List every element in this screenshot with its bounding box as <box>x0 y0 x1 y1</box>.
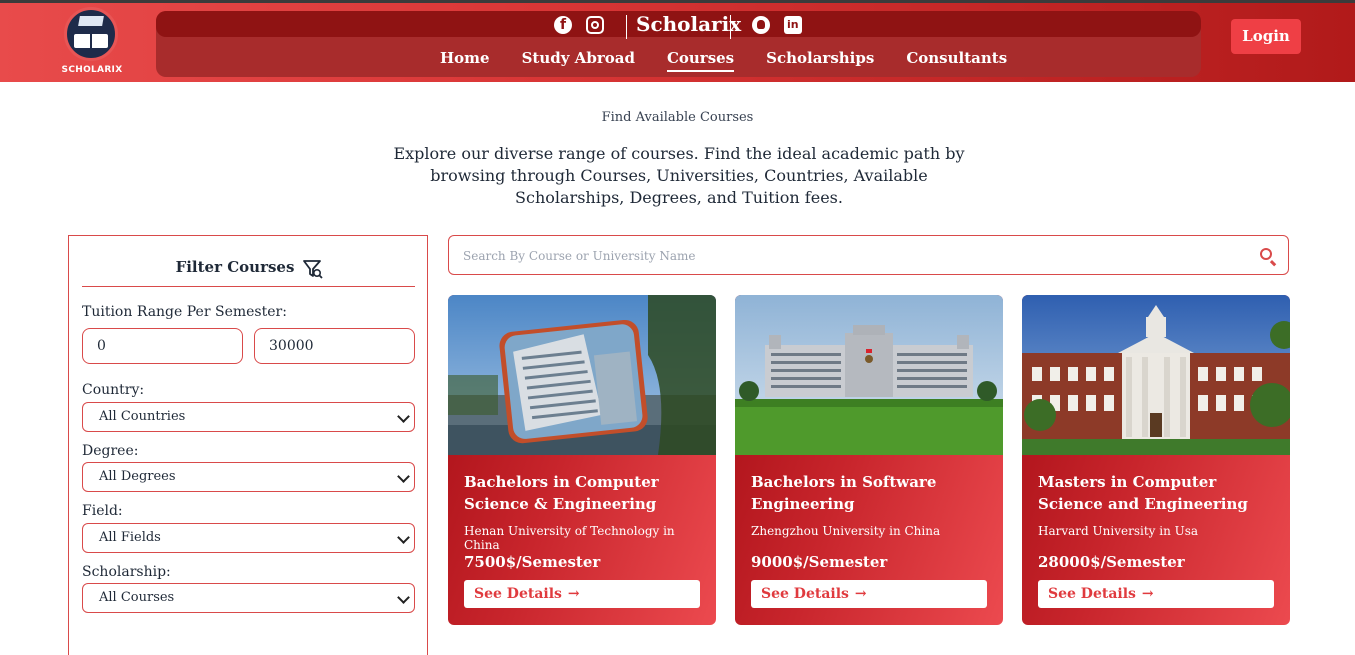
course-price: 7500$/Semester <box>464 553 601 571</box>
course-university: Harvard University in Usa <box>1038 524 1199 538</box>
see-details-label: See Details <box>474 586 562 602</box>
nav-social-bar: Scholarix <box>156 11 1201 39</box>
facebook-icon[interactable] <box>554 16 572 34</box>
country-select-value: All Countries <box>99 409 186 424</box>
arrow-right-icon: → <box>1141 586 1154 602</box>
nav-home[interactable]: Home <box>440 49 490 72</box>
arrow-right-icon: → <box>567 586 580 602</box>
filter-search-icon <box>302 258 324 279</box>
see-details-label: See Details <box>761 586 849 602</box>
filter-title-text: Filter Courses <box>175 258 295 276</box>
degree-label: Degree: <box>82 443 139 459</box>
social-links-left <box>554 15 604 35</box>
filter-divider <box>82 286 415 287</box>
tuition-min-input[interactable]: 0 <box>82 328 243 364</box>
course-price: 28000$/Semester <box>1038 553 1185 571</box>
scholarship-label: Scholarship: <box>82 564 171 580</box>
section-eyebrow: Find Available Courses <box>601 110 754 125</box>
degree-select-value: All Degrees <box>99 469 176 484</box>
search-icon[interactable] <box>1260 248 1272 260</box>
tuition-label: Tuition Range Per Semester: <box>82 304 287 320</box>
section-description: Explore our diverse range of courses. Fi… <box>393 144 965 207</box>
arrow-right-icon: → <box>854 586 867 602</box>
course-university: Zhengzhou University in China <box>751 524 941 538</box>
course-card[interactable]: Bachelors in Software Engineering Zhengz… <box>735 295 1003 625</box>
course-image <box>1022 295 1290 455</box>
scholarship-select-value: All Courses <box>99 590 175 605</box>
chevron-down-icon <box>397 470 410 483</box>
course-title: Bachelors in Software Engineering <box>751 473 937 513</box>
see-details-label: See Details <box>1048 586 1136 602</box>
course-university: Henan University of Technology in China <box>464 524 675 552</box>
brand-name[interactable]: Scholarix <box>636 12 741 36</box>
nav-scholarships[interactable]: Scholarships <box>766 49 874 72</box>
course-title: Bachelors in Computer Science & Engineer… <box>464 473 659 513</box>
country-label: Country: <box>82 382 145 398</box>
logo-text: SCHOLARIX <box>61 65 123 75</box>
main-navigation: Scholarix Home Study Abroad Courses Scho… <box>156 11 1201 77</box>
filter-panel: Filter Courses Tuition Range Per Semeste… <box>68 235 428 655</box>
field-select-value: All Fields <box>99 530 161 545</box>
see-details-button[interactable]: See Details → <box>464 580 700 608</box>
nav-consultants[interactable]: Consultants <box>906 49 1007 72</box>
filter-heading: Filter Courses <box>69 258 429 279</box>
chevron-down-icon <box>397 591 410 604</box>
country-select[interactable]: All Countries <box>82 402 415 432</box>
github-icon[interactable] <box>752 16 770 34</box>
scholarship-select[interactable]: All Courses <box>82 583 415 613</box>
open-book-icon <box>74 34 108 48</box>
login-button[interactable]: Login <box>1231 19 1301 54</box>
degree-select[interactable]: All Degrees <box>82 462 415 492</box>
field-label: Field: <box>82 503 123 519</box>
social-links-right <box>752 15 802 35</box>
field-select[interactable]: All Fields <box>82 523 415 553</box>
site-header: SCHOLARIX Scholarix Home Study Abroad Co… <box>0 3 1355 82</box>
nav-links: Home Study Abroad Courses Scholarships C… <box>440 49 1039 72</box>
nav-study-abroad[interactable]: Study Abroad <box>522 49 635 72</box>
tuition-max-input[interactable]: 30000 <box>254 328 415 364</box>
course-card[interactable]: Bachelors in Computer Science & Engineer… <box>448 295 716 625</box>
brand-divider-left <box>626 15 627 39</box>
instagram-icon[interactable] <box>586 16 604 34</box>
course-card[interactable]: Masters in Computer Science and Engineer… <box>1022 295 1290 625</box>
course-price: 9000$/Semester <box>751 553 888 571</box>
brand-divider-right <box>730 15 731 39</box>
course-image <box>735 295 1003 455</box>
nav-courses[interactable]: Courses <box>666 49 735 72</box>
course-image <box>448 295 716 455</box>
scholarix-logo[interactable]: SCHOLARIX <box>60 7 124 79</box>
see-details-button[interactable]: See Details → <box>751 580 987 608</box>
search-placeholder: Search By Course or University Name <box>463 249 696 263</box>
graduation-cap-icon <box>78 16 104 26</box>
chevron-down-icon <box>397 531 410 544</box>
linkedin-icon[interactable] <box>784 16 802 34</box>
chevron-down-icon <box>397 410 410 423</box>
see-details-button[interactable]: See Details → <box>1038 580 1274 608</box>
course-search-input[interactable]: Search By Course or University Name <box>448 235 1289 275</box>
course-title: Masters in Computer Science and Engineer… <box>1038 473 1248 513</box>
